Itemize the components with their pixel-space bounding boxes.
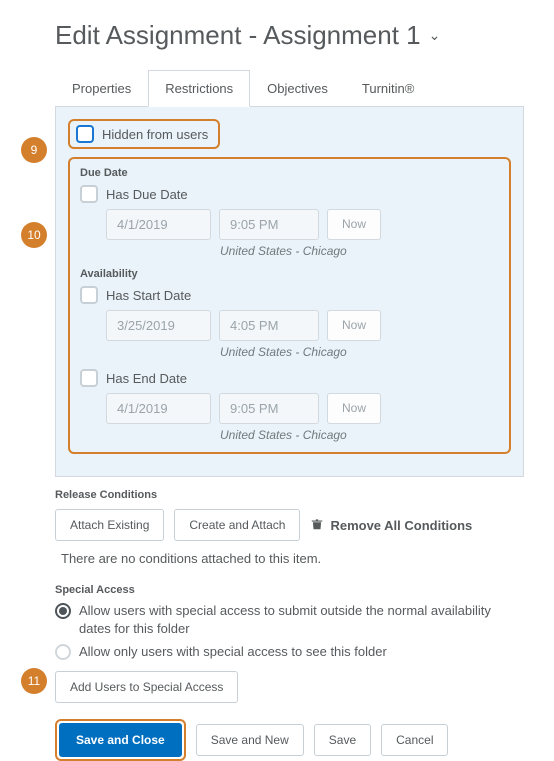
release-conditions-section: Release Conditions Attach Existing Creat… — [55, 489, 524, 566]
has-start-date-label: Has Start Date — [106, 288, 191, 303]
end-timezone: United States - Chicago — [220, 428, 499, 442]
remove-all-label: Remove All Conditions — [330, 518, 472, 533]
end-now-button[interactable]: Now — [327, 393, 381, 424]
start-timezone: United States - Chicago — [220, 345, 499, 359]
tab-bar: Properties Restrictions Objectives Turni… — [55, 69, 524, 107]
due-date-input[interactable]: 4/1/2019 — [106, 209, 211, 240]
save-new-button[interactable]: Save and New — [196, 724, 304, 756]
page-title-text: Edit Assignment - Assignment 1 — [55, 20, 421, 51]
save-close-highlight: Save and Close — [55, 719, 186, 761]
due-date-heading: Due Date — [80, 167, 499, 179]
availability-heading: Availability — [80, 268, 499, 280]
has-end-date-row: Has End Date — [80, 369, 499, 387]
save-button[interactable]: Save — [314, 724, 371, 756]
add-users-special-button[interactable]: Add Users to Special Access — [55, 671, 238, 703]
hidden-from-users-row: Hidden from users — [68, 119, 220, 149]
tab-objectives[interactable]: Objectives — [250, 70, 345, 107]
due-timezone: United States - Chicago — [220, 244, 499, 258]
start-date-inputs: 3/25/2019 4:05 PM Now — [106, 310, 499, 341]
has-end-date-checkbox[interactable] — [80, 369, 98, 387]
attach-existing-button[interactable]: Attach Existing — [55, 509, 164, 541]
due-date-inputs: 4/1/2019 9:05 PM Now — [106, 209, 499, 240]
callout-9: 9 — [21, 137, 47, 163]
start-now-button[interactable]: Now — [327, 310, 381, 341]
no-conditions-text: There are no conditions attached to this… — [61, 551, 524, 566]
due-time-input[interactable]: 9:05 PM — [219, 209, 319, 240]
hidden-label: Hidden from users — [102, 127, 208, 142]
tab-properties[interactable]: Properties — [55, 70, 148, 107]
radio-allow-outside-label: Allow users with special access to submi… — [79, 602, 524, 637]
has-due-date-label: Has Due Date — [106, 187, 188, 202]
end-date-inputs: 4/1/2019 9:05 PM Now — [106, 393, 499, 424]
special-access-option-1[interactable]: Allow users with special access to submi… — [55, 602, 524, 637]
trash-icon — [310, 517, 324, 534]
special-access-heading: Special Access — [55, 584, 524, 596]
footer-actions: Save and Close Save and New Save Cancel — [55, 719, 524, 761]
end-time-input[interactable]: 9:05 PM — [219, 393, 319, 424]
radio-only-special[interactable] — [55, 644, 71, 660]
radio-allow-outside[interactable] — [55, 603, 71, 619]
page-title: Edit Assignment - Assignment 1 ⌄ — [55, 20, 524, 51]
callout-10: 10 — [21, 222, 47, 248]
has-start-date-row: Has Start Date — [80, 286, 499, 304]
has-end-date-label: Has End Date — [106, 371, 187, 386]
cancel-button[interactable]: Cancel — [381, 724, 448, 756]
start-time-input[interactable]: 4:05 PM — [219, 310, 319, 341]
remove-all-conditions[interactable]: Remove All Conditions — [310, 517, 472, 534]
has-start-date-checkbox[interactable] — [80, 286, 98, 304]
create-attach-button[interactable]: Create and Attach — [174, 509, 300, 541]
due-now-button[interactable]: Now — [327, 209, 381, 240]
hidden-checkbox[interactable] — [76, 125, 94, 143]
restrictions-panel: Hidden from users Due Date Has Due Date … — [55, 107, 524, 477]
release-conditions-heading: Release Conditions — [55, 489, 524, 501]
save-close-button[interactable]: Save and Close — [59, 723, 182, 757]
has-due-date-checkbox[interactable] — [80, 185, 98, 203]
callout-11: 11 — [21, 668, 47, 694]
start-date-input[interactable]: 3/25/2019 — [106, 310, 211, 341]
dates-box: Due Date Has Due Date 4/1/2019 9:05 PM N… — [68, 157, 511, 454]
chevron-down-icon[interactable]: ⌄ — [429, 27, 441, 44]
special-access-option-2[interactable]: Allow only users with special access to … — [55, 643, 524, 661]
special-access-section: Special Access Allow users with special … — [55, 584, 524, 703]
radio-only-special-label: Allow only users with special access to … — [79, 643, 387, 661]
tab-turnitin[interactable]: Turnitin® — [345, 70, 431, 107]
tab-restrictions[interactable]: Restrictions — [148, 70, 250, 107]
end-date-input[interactable]: 4/1/2019 — [106, 393, 211, 424]
has-due-date-row: Has Due Date — [80, 185, 499, 203]
